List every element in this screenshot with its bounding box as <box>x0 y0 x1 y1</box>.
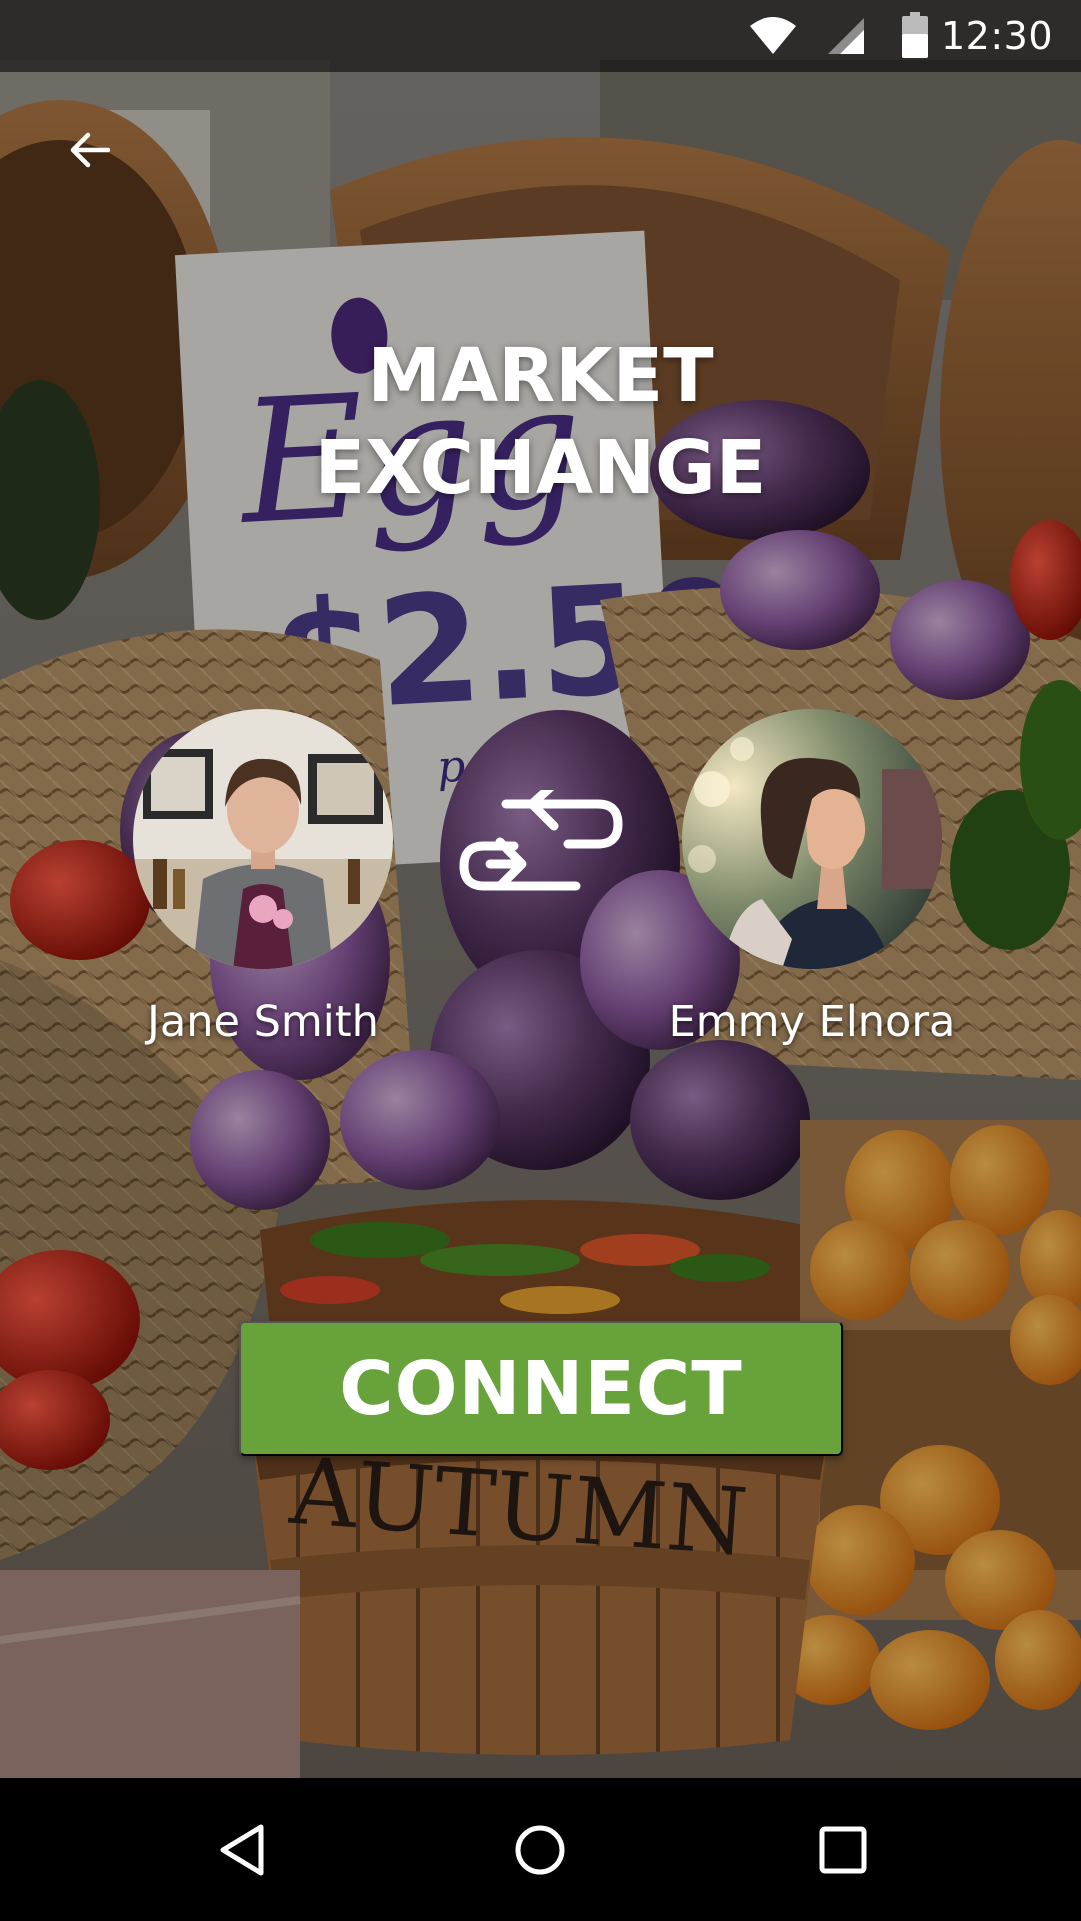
avatar[interactable] <box>682 709 942 969</box>
battery-icon <box>902 12 928 58</box>
title-line-2: EXCHANGE <box>314 425 767 511</box>
navigation-bar <box>0 1778 1081 1921</box>
user-card-jane[interactable]: Jane Smith <box>133 709 393 1047</box>
nav-back-button[interactable] <box>205 1814 277 1886</box>
nav-back-icon <box>220 1824 264 1876</box>
user-name: Emmy Elnora <box>668 997 956 1047</box>
user-card-emmy[interactable]: Emmy Elnora <box>669 709 955 1047</box>
title-line-1: MARKET <box>367 333 714 419</box>
page-title: MARKET EXCHANGE <box>0 330 1081 514</box>
nav-recents-icon <box>819 1826 867 1874</box>
nav-home-button[interactable] <box>504 1814 576 1886</box>
arrow-back-icon <box>70 132 110 168</box>
nav-recents-button[interactable] <box>807 1814 879 1886</box>
avatar-photo <box>682 709 942 969</box>
screen: Egg $2.50 per lb <box>0 0 1081 1921</box>
connect-button[interactable]: CONNECT <box>239 1321 843 1456</box>
swap-arrows-icon <box>459 790 623 891</box>
user-name: Jane Smith <box>147 997 379 1047</box>
cell-signal-icon <box>828 18 864 54</box>
avatar-photo <box>133 709 393 969</box>
status-bar: 12:30 <box>0 0 1081 72</box>
status-time: 12:30 <box>940 14 1053 58</box>
back-button[interactable] <box>58 118 122 182</box>
wifi-icon <box>750 17 796 54</box>
avatar[interactable] <box>133 709 393 969</box>
nav-home-icon <box>515 1825 565 1875</box>
